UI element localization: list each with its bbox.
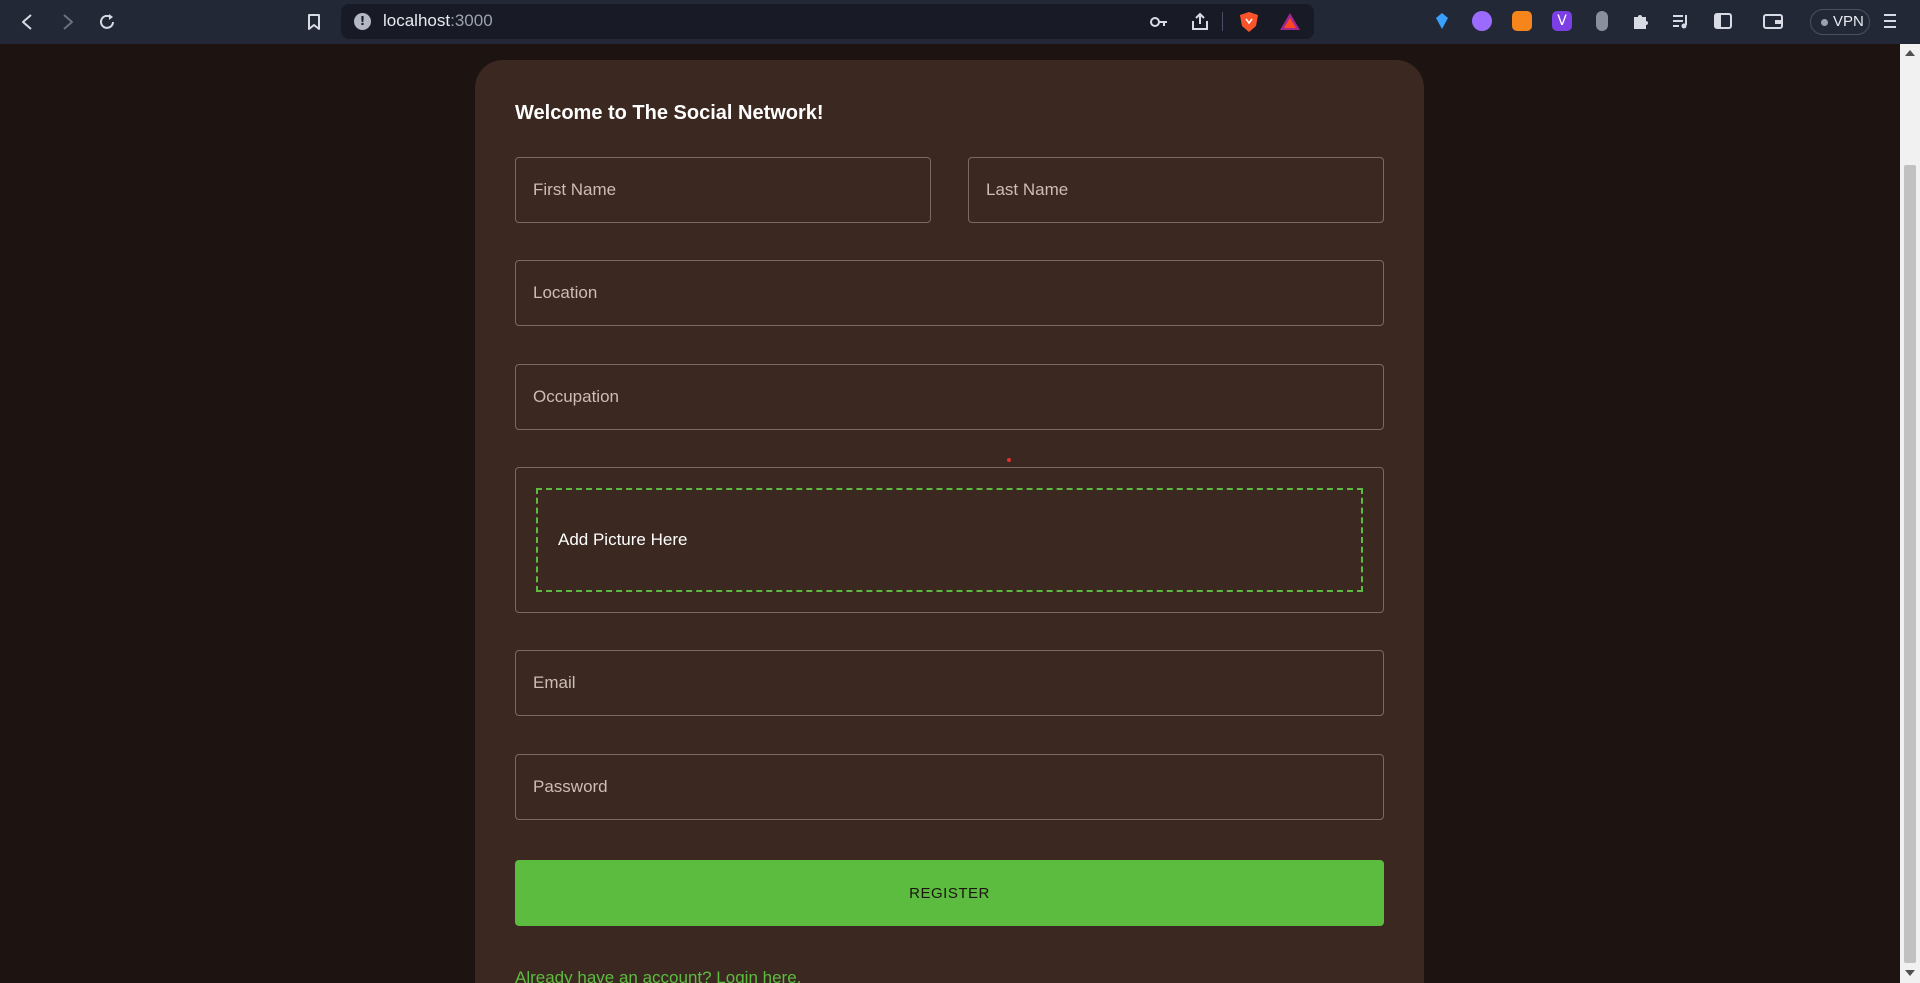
browser-toolbar: ! localhost:3000 V VPN [0,0,1920,44]
occupation-field[interactable] [515,364,1384,430]
picture-dropzone-label: Add Picture Here [558,530,688,549]
last-name-input[interactable] [969,158,1383,222]
picture-dropzone[interactable]: Add Picture Here [536,488,1363,592]
page-title: Welcome to The Social Network! [515,102,824,124]
divider [1222,12,1223,31]
first-name-field[interactable] [515,157,931,223]
back-arrow-icon [22,14,32,30]
password-field[interactable] [515,754,1384,820]
back-button[interactable] [14,8,42,36]
location-field[interactable] [515,260,1384,326]
email-field[interactable] [515,650,1384,716]
occupation-input[interactable] [516,365,1383,429]
register-button[interactable]: REGISTER [515,860,1384,926]
location-input[interactable] [516,261,1383,325]
login-link[interactable]: Already have an account? Login here. [515,968,801,983]
forward-arrow-icon [63,14,73,30]
wallet-icon[interactable] [1762,11,1784,31]
playlist-icon[interactable] [1671,11,1691,31]
address-bar[interactable]: ! localhost:3000 [341,4,1314,39]
register-card: Welcome to The Social Network! Add Pictu… [475,60,1424,983]
scrollbar[interactable] [1900,44,1920,983]
picture-upload-box: Add Picture Here [515,467,1384,613]
puzzle-extensions-icon[interactable] [1631,11,1651,31]
reload-icon [100,14,114,29]
vpn-button[interactable]: VPN [1810,9,1870,35]
forward-button[interactable] [53,8,81,36]
cursor-dot [1007,458,1011,462]
share-icon[interactable] [1189,11,1211,33]
sidebar-icon[interactable] [1713,11,1733,31]
bookmark-button[interactable] [300,8,328,36]
email-input[interactable] [516,651,1383,715]
extension-purple-icon[interactable] [1472,11,1492,31]
scroll-up-arrow-icon[interactable] [1905,50,1915,56]
key-icon[interactable] [1148,11,1170,33]
url-text: localhost:3000 [383,11,493,30]
menu-icon[interactable] [1882,11,1898,31]
brave-rewards-icon[interactable] [1279,11,1301,33]
last-name-field[interactable] [968,157,1384,223]
site-info-icon[interactable]: ! [354,13,371,30]
scroll-thumb[interactable] [1904,165,1916,963]
extension-v-icon[interactable]: V [1552,11,1572,31]
scroll-down-arrow-icon[interactable] [1905,970,1915,976]
extension-grey-icon[interactable] [1596,11,1608,31]
bookmark-icon [308,14,320,30]
brave-shield-icon[interactable] [1238,11,1260,33]
reload-button[interactable] [93,8,121,36]
first-name-input[interactable] [516,158,930,222]
metamask-fox-icon[interactable] [1512,11,1532,31]
extension-gem-icon[interactable] [1432,11,1452,31]
password-input[interactable] [516,755,1383,819]
